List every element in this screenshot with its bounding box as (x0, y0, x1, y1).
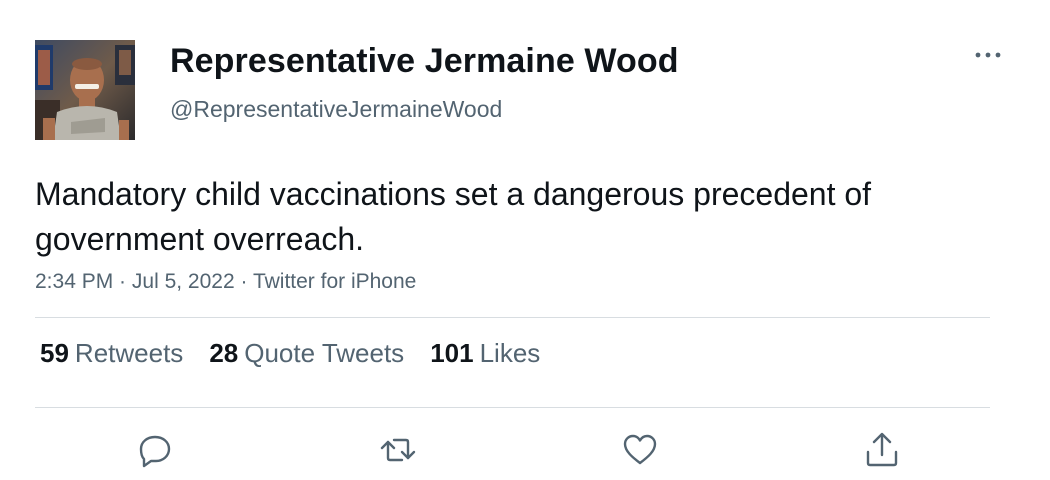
retweets-stat[interactable]: 59 Retweets (40, 338, 183, 369)
divider (35, 317, 990, 318)
tweet-card: Representative Jermaine Wood @Representa… (0, 0, 1050, 480)
like-button[interactable] (620, 430, 660, 470)
user-handle[interactable]: @RepresentativeJermaineWood (170, 96, 502, 123)
avatar[interactable] (35, 40, 135, 140)
meta-separator: · (113, 270, 132, 293)
reply-button[interactable] (135, 430, 175, 470)
tweet-date[interactable]: Jul 5, 2022 (132, 270, 235, 293)
more-icon (975, 52, 1001, 58)
quote-tweets-stat[interactable]: 28 Quote Tweets (209, 338, 404, 369)
share-button[interactable] (862, 430, 902, 470)
quote-tweets-label: Quote Tweets (244, 338, 405, 368)
share-icon (866, 432, 898, 467)
retweets-count: 59 (40, 338, 69, 368)
display-name[interactable]: Representative Jermaine Wood (170, 42, 679, 81)
likes-count: 101 (430, 338, 474, 368)
like-icon (623, 434, 657, 465)
tweet-meta: 2:34 PM · Jul 5, 2022 · Twitter for iPho… (35, 270, 416, 294)
divider (35, 407, 990, 408)
reply-icon (139, 435, 171, 468)
tweet-time[interactable]: 2:34 PM (35, 270, 113, 293)
more-options-button[interactable] (968, 40, 1008, 70)
avatar-photo (35, 40, 135, 140)
retweet-button[interactable] (378, 430, 418, 470)
retweets-label: Retweets (74, 338, 184, 368)
meta-separator: · (234, 270, 253, 293)
quote-tweets-count: 28 (209, 338, 239, 368)
tweet-stats: 59 Retweets 28 Quote Tweets 101 Likes (40, 338, 566, 369)
retweet-icon (380, 438, 416, 462)
tweet-source[interactable]: Twitter for iPhone (253, 270, 416, 293)
tweet-text: Mandatory child vaccinations set a dange… (35, 176, 872, 257)
likes-stat[interactable]: 101 Likes (430, 338, 540, 369)
likes-label: Likes (479, 338, 541, 368)
